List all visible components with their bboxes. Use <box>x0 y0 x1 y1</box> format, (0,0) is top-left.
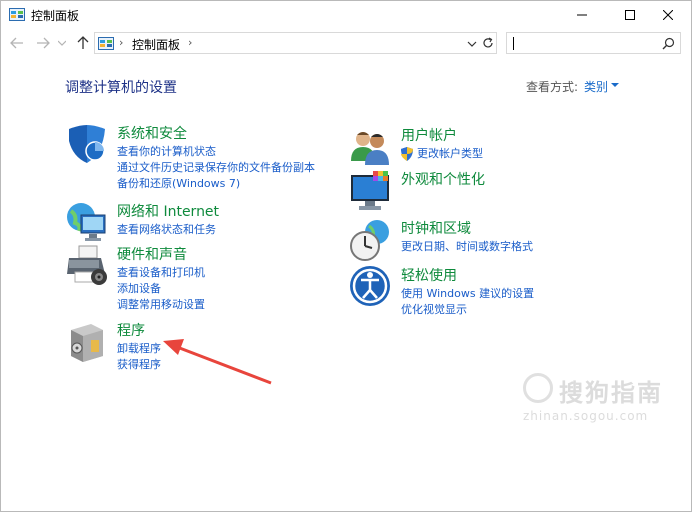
link-label: 更改帐户类型 <box>417 147 483 160</box>
search-box[interactable] <box>506 32 681 54</box>
link-change-account-type[interactable]: 更改帐户类型 <box>401 146 483 162</box>
link-add-device[interactable]: 添加设备 <box>117 281 205 297</box>
watermark-text: 搜狗指南 <box>559 379 663 407</box>
close-icon <box>663 10 673 20</box>
view-by-label: 查看方式: <box>526 80 579 94</box>
category-links: 使用 Windows 建议的设置 优化视觉显示 <box>401 286 534 318</box>
link-uninstall-program[interactable]: 卸载程序 <box>117 341 161 357</box>
control-panel-icon <box>98 37 114 50</box>
refresh-icon <box>483 37 493 48</box>
refresh-button[interactable] <box>481 36 495 50</box>
main-content: 调整计算机的设置 查看方式: 类别 系统和安全 查看你的计算机状态 通过文件历史… <box>1 57 691 511</box>
category-title[interactable]: 用户帐户 <box>401 125 457 145</box>
minimize-icon <box>577 14 587 16</box>
forward-arrow-icon <box>37 37 50 49</box>
watermark-url: zhinan.sogou.com <box>523 409 649 423</box>
link-get-programs[interactable]: 获得程序 <box>117 357 161 373</box>
title-bar[interactable]: 控制面板 <box>1 1 691 29</box>
category-links: 查看网络状态和任务 <box>117 222 216 238</box>
breadcrumb-separator[interactable]: › <box>119 36 123 49</box>
recent-locations-button[interactable] <box>57 35 67 51</box>
ease-of-access-icon[interactable] <box>349 265 393 309</box>
view-by-dropdown[interactable]: 类别 <box>584 78 608 95</box>
category-links: 查看你的计算机状态 通过文件历史记录保存你的文件备份副本 备份和还原(Windo… <box>117 144 315 192</box>
control-panel-icon <box>9 8 25 21</box>
close-button[interactable] <box>645 1 691 29</box>
programs-box-icon[interactable] <box>65 320 109 364</box>
watermark-logo-icon <box>523 373 553 403</box>
search-input[interactable] <box>511 35 651 51</box>
breadcrumb-control-panel[interactable]: 控制面板 <box>132 36 180 53</box>
breadcrumb-separator[interactable]: › <box>188 36 192 49</box>
category-title[interactable]: 轻松使用 <box>401 265 457 285</box>
chevron-down-icon <box>467 41 477 47</box>
link-network-status[interactable]: 查看网络状态和任务 <box>117 222 216 238</box>
category-links: 更改日期、时间或数字格式 <box>401 239 533 255</box>
chevron-down-icon <box>58 40 66 46</box>
category-title[interactable]: 外观和个性化 <box>401 169 485 189</box>
forward-button[interactable] <box>35 35 51 51</box>
category-links: 查看设备和打印机 添加设备 调整常用移动设置 <box>117 265 205 313</box>
category-links: 更改帐户类型 <box>401 146 483 162</box>
category-links: 卸载程序 获得程序 <box>117 341 161 373</box>
link-mobility-settings[interactable]: 调整常用移动设置 <box>117 297 205 313</box>
page-title: 调整计算机的设置 <box>65 80 177 96</box>
minimize-button[interactable] <box>559 1 605 29</box>
clock-globe-icon[interactable] <box>349 218 393 262</box>
text-cursor <box>513 37 514 50</box>
uac-shield-icon <box>401 147 413 161</box>
link-file-history[interactable]: 通过文件历史记录保存你的文件备份副本 <box>117 160 315 176</box>
link-windows-suggested-settings[interactable]: 使用 Windows 建议的设置 <box>401 286 534 302</box>
up-button[interactable] <box>75 35 91 51</box>
up-arrow-icon <box>77 36 89 49</box>
back-arrow-icon <box>10 37 23 49</box>
address-bar[interactable]: › 控制面板 › <box>94 32 497 54</box>
category-title[interactable]: 时钟和区域 <box>401 218 471 238</box>
link-view-computer-status[interactable]: 查看你的计算机状态 <box>117 144 315 160</box>
shield-icon[interactable] <box>65 123 109 167</box>
link-devices-printers[interactable]: 查看设备和打印机 <box>117 265 205 281</box>
printer-icon[interactable] <box>65 244 109 288</box>
search-icon[interactable] <box>662 37 675 53</box>
link-optimize-display[interactable]: 优化视觉显示 <box>401 302 534 318</box>
link-change-date-time[interactable]: 更改日期、时间或数字格式 <box>401 239 533 255</box>
chevron-down-icon[interactable] <box>611 83 619 88</box>
category-title[interactable]: 系统和安全 <box>117 123 187 143</box>
users-icon[interactable] <box>349 125 393 169</box>
category-title[interactable]: 网络和 Internet <box>117 201 219 221</box>
category-title[interactable]: 程序 <box>117 320 145 340</box>
navigation-bar: › 控制面板 › <box>1 29 691 57</box>
link-backup-restore[interactable]: 备份和还原(Windows 7) <box>117 176 315 192</box>
category-title[interactable]: 硬件和声音 <box>117 244 187 264</box>
back-button[interactable] <box>9 35 25 51</box>
address-dropdown-button[interactable] <box>465 37 479 51</box>
maximize-icon <box>625 10 635 20</box>
control-panel-window: 控制面板 › 控制面板 › 调整计算机的设置 查看方式: 类别 系统和安全 查看… <box>0 0 692 512</box>
monitor-palette-icon[interactable] <box>349 169 393 213</box>
network-globe-icon[interactable] <box>65 201 109 245</box>
window-title: 控制面板 <box>31 9 80 23</box>
